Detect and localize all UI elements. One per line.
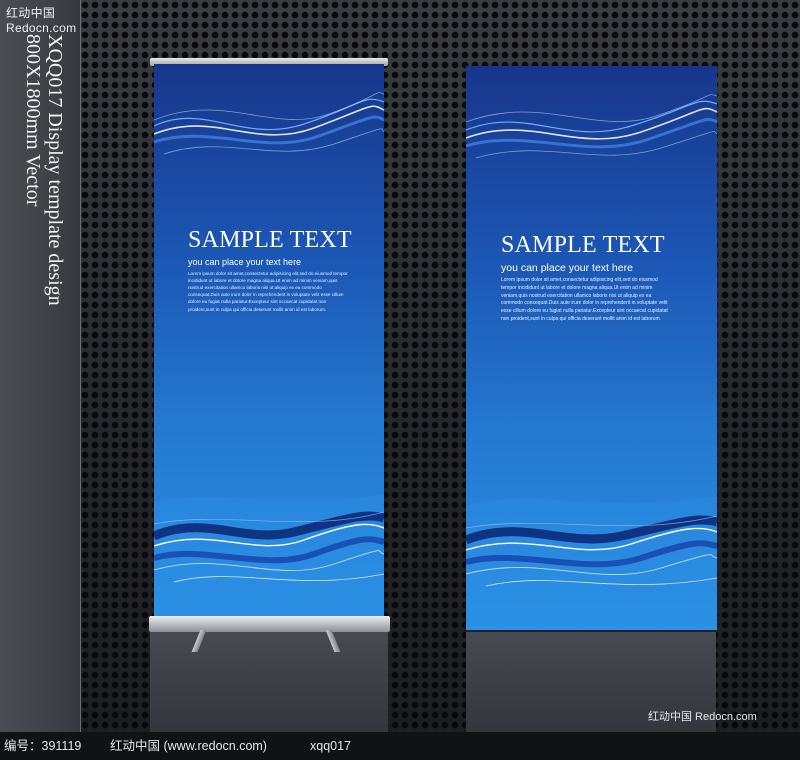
banner-right-subtitle: you can place your text here: [501, 262, 633, 274]
rollup-banner-left: SAMPLE TEXT you can place your text here…: [154, 64, 384, 620]
floor-shadow-left: [150, 632, 388, 732]
display-canvas: 红动中国 Redocn.com XQQ017 Display template …: [0, 0, 800, 732]
left-side-strip: 红动中国 Redocn.com XQQ017 Display template …: [0, 0, 81, 732]
bottom-wave-graphic: [154, 494, 384, 620]
banner-left-title: SAMPLE TEXT: [188, 227, 352, 253]
flat-banner-right: SAMPLE TEXT you can place your text here…: [466, 66, 717, 630]
vertical-title-line1: XQQ017 Display template design: [44, 34, 66, 306]
banner-right-body: Lorem ipsum dolor sit amet,consectetur a…: [501, 277, 668, 322]
watermark-bottom: 红动中国 Redocn.com: [648, 711, 757, 723]
top-wave-graphic: [466, 94, 717, 159]
info-site-link[interactable]: 红动中国 (www.redocn.com): [110, 732, 267, 760]
banner-stand-base: [149, 616, 390, 632]
top-wave-graphic: [154, 92, 384, 155]
vertical-title-line2: 800X1800mm Vector: [22, 34, 44, 207]
banner-left-subtitle: you can place your text here: [188, 257, 302, 267]
banner-right-title: SAMPLE TEXT: [501, 232, 665, 258]
info-id: 编号：391119: [4, 739, 82, 753]
info-code: xqq017: [310, 739, 352, 753]
banner-left-body: Lorem ipsum dolor sit amet,consectetur a…: [188, 271, 348, 312]
bottom-wave-graphic: [466, 496, 717, 630]
vertical-title: XQQ017 Display template design 800X1800m…: [22, 34, 66, 306]
info-bar: 编号：391119 红动中国 (www.redocn.com) xqq017: [0, 732, 800, 760]
watermark-top: 红动中国 Redocn.com: [6, 6, 77, 35]
